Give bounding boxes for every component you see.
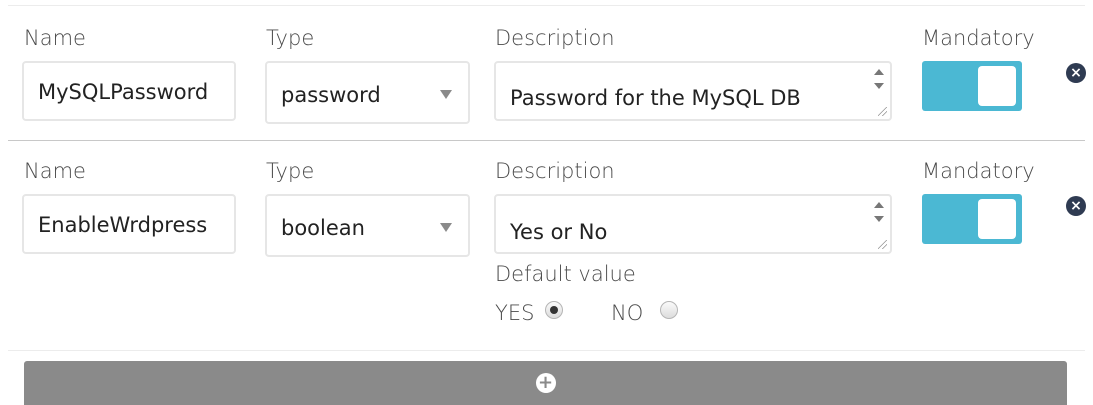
name-input-value: EnableWrdpress — [38, 213, 208, 237]
bottom-separator — [8, 350, 1085, 351]
close-circle-icon[interactable]: × — [1066, 196, 1086, 216]
name-label: Name — [24, 26, 86, 50]
close-circle-icon[interactable]: × — [1066, 63, 1086, 83]
radio-yes[interactable] — [545, 301, 563, 319]
mandatory-toggle[interactable] — [922, 194, 1022, 244]
default-value-label: Default value — [495, 262, 636, 286]
mandatory-label: Mandatory — [922, 26, 1035, 50]
mandatory-toggle[interactable] — [922, 61, 1022, 111]
resize-grip-icon[interactable] — [878, 240, 887, 249]
name-input-value: MySQLPassword — [38, 80, 209, 104]
chevron-down-icon — [440, 223, 452, 232]
name-input[interactable]: MySQLPassword — [22, 61, 236, 121]
radio-no-label: NO — [611, 301, 644, 325]
name-label: Name — [24, 159, 86, 183]
radio-yes-label: YES — [495, 301, 535, 325]
chevron-down-icon — [440, 90, 452, 99]
plus-circle-icon: + — [535, 373, 556, 393]
type-select-value: password — [281, 83, 381, 107]
description-label: Description — [495, 26, 615, 50]
type-select-value: boolean — [281, 216, 365, 240]
description-value: Password for the MySQL DB — [510, 86, 801, 110]
parameter-row: Name Type Description Mandatory EnableWr… — [0, 141, 1093, 350]
add-parameter-button[interactable]: + — [24, 361, 1067, 405]
description-value: Yes or No — [510, 220, 608, 244]
type-select[interactable]: boolean — [265, 194, 470, 257]
mandatory-label: Mandatory — [922, 159, 1035, 183]
type-select[interactable]: password — [265, 61, 470, 124]
radio-no[interactable] — [660, 301, 678, 319]
description-textarea[interactable]: Password for the MySQL DB — [494, 61, 892, 121]
scroll-arrows-icon[interactable] — [872, 67, 886, 93]
toggle-knob — [978, 199, 1016, 239]
parameter-row: Name Type Description Mandatory MySQLPas… — [0, 0, 1093, 140]
description-textarea[interactable]: Yes or No — [494, 194, 892, 254]
description-label: Description — [495, 159, 615, 183]
name-input[interactable]: EnableWrdpress — [22, 194, 236, 254]
type-label: Type — [266, 26, 315, 50]
toggle-knob — [978, 66, 1016, 106]
scroll-arrows-icon[interactable] — [872, 200, 886, 226]
type-label: Type — [266, 159, 315, 183]
resize-grip-icon[interactable] — [878, 107, 887, 116]
